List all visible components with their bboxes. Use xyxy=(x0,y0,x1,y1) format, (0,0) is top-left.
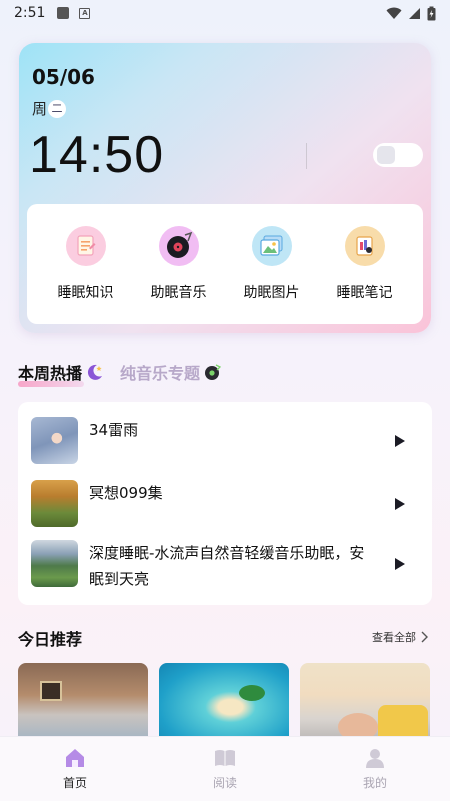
bottom-nav: 首页 阅读 我的 xyxy=(0,736,450,801)
book-icon xyxy=(215,750,235,766)
view-all-label: 查看全部 xyxy=(372,631,416,644)
toggle-knob xyxy=(377,146,395,164)
recommendation-card[interactable] xyxy=(18,663,148,743)
section-title: 今日推荐 xyxy=(18,630,83,649)
nav-read[interactable]: 阅读 xyxy=(175,747,275,791)
tab-pure-music[interactable]: 纯音乐专题 xyxy=(120,360,200,384)
clock-date: 05/06 xyxy=(32,65,95,89)
home-icon xyxy=(66,749,84,767)
clock-weekday: 周 二 xyxy=(32,98,67,119)
tab-label: 本周热播 xyxy=(18,364,83,383)
moon-icon xyxy=(87,364,103,380)
person-icon xyxy=(366,749,384,768)
feature-label: 睡眠笔记 xyxy=(336,285,393,301)
feature-label: 助眠图片 xyxy=(243,285,300,301)
play-icon[interactable] xyxy=(395,558,405,570)
picture-frame-image xyxy=(40,681,62,701)
thumbnail-image xyxy=(31,417,78,464)
feature-label: 助眠音乐 xyxy=(150,285,207,301)
status-bar: 2:51 A xyxy=(0,0,450,26)
thumbnail-image xyxy=(31,540,78,587)
feature-sleep-music[interactable]: 助眠音乐 xyxy=(137,226,221,302)
feature-sleep-notes[interactable]: 睡眠笔记 xyxy=(323,226,407,302)
nav-label: 阅读 xyxy=(212,776,237,790)
clock-card: 05/06 周 二 14:50 睡眠知识 助眠音乐 助眠图片 睡眠笔记 xyxy=(19,43,431,333)
weekday-number: 二 xyxy=(48,99,67,118)
tab-label: 纯音乐专题 xyxy=(120,364,201,383)
nav-label: 首页 xyxy=(62,776,87,790)
recommendation-card[interactable] xyxy=(159,663,289,743)
signal-icon xyxy=(409,7,420,19)
feature-panel: 睡眠知识 助眠音乐 助眠图片 睡眠笔记 xyxy=(27,204,423,324)
list-item[interactable]: 34雷雨 xyxy=(31,417,421,467)
palm-island-image xyxy=(239,685,265,701)
status-indicators xyxy=(386,6,436,21)
list-item[interactable]: 冥想099集 xyxy=(31,480,421,530)
list-item-title: 深度睡眠-水流声自然音轻缓音乐助眠，安眠到天亮 xyxy=(89,544,365,588)
notification-a-icon: A xyxy=(79,7,91,19)
wifi-icon xyxy=(386,7,402,19)
weekday-prefix: 周 xyxy=(32,100,48,118)
list-item-title: 冥想099集 xyxy=(89,484,163,502)
recommendation-card[interactable] xyxy=(300,663,430,743)
battery-icon xyxy=(427,6,436,20)
feature-sleep-knowledge[interactable]: 睡眠知识 xyxy=(44,226,128,302)
list-item[interactable]: 深度睡眠-水流声自然音轻缓音乐助眠，安眠到天亮 xyxy=(31,540,421,590)
feature-sleep-pictures[interactable]: 助眠图片 xyxy=(230,226,314,302)
play-icon[interactable] xyxy=(395,498,405,510)
content-tabs: 本周热播 纯音乐专题 xyxy=(18,360,222,387)
clock-time: 14:50 xyxy=(29,126,165,184)
play-icon[interactable] xyxy=(395,435,405,447)
list-item-title: 34雷雨 xyxy=(89,421,139,439)
nav-profile[interactable]: 我的 xyxy=(325,747,425,791)
music-record-icon xyxy=(158,226,199,266)
status-time: 2:51 xyxy=(14,5,46,21)
clock-toggle[interactable] xyxy=(373,143,423,167)
tab-weekly-hot[interactable]: 本周热播 xyxy=(18,360,85,387)
nav-home[interactable]: 首页 xyxy=(25,747,125,791)
notification-square-icon xyxy=(57,7,70,19)
disc-icon xyxy=(205,363,222,380)
feature-label: 睡眠知识 xyxy=(57,285,114,301)
view-all-link[interactable]: 查看全部 xyxy=(372,629,429,645)
notebook-icon xyxy=(344,226,385,266)
sleep-knowledge-icon xyxy=(65,226,106,266)
picture-icon xyxy=(251,226,292,266)
hot-list: 34雷雨 冥想099集 深度睡眠-水流声自然音轻缓音乐助眠，安眠到天亮 xyxy=(18,402,432,605)
chevron-right-icon xyxy=(421,631,428,643)
thumbnail-image xyxy=(31,480,78,527)
nav-label: 我的 xyxy=(362,776,387,790)
clock-divider xyxy=(306,143,307,169)
